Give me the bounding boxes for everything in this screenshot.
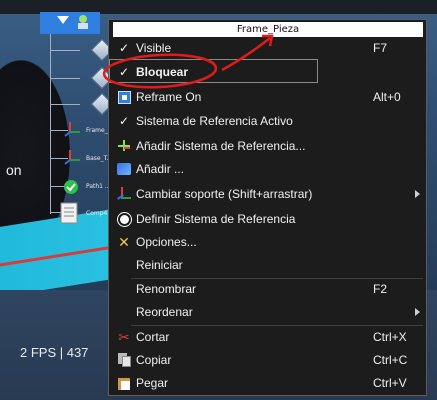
menu-item-label: Cortar <box>136 330 170 344</box>
menu-item-shortcut: Ctrl+X <box>373 330 407 344</box>
menu-item-shortcut: F2 <box>373 282 388 296</box>
menu-item-label: Visible <box>136 41 172 55</box>
menu-item-anadir-sistema-referencia[interactable]: Añadir Sistema de Referencia... <box>109 135 426 157</box>
check-icon: ✓ <box>118 114 130 128</box>
menu-item-shortcut: Ctrl+C <box>373 353 408 367</box>
menu-item-cortar[interactable]: ✂ Cortar Ctrl+X <box>109 326 426 348</box>
scissors-icon: ✂ <box>118 328 130 345</box>
add-object-icon <box>116 161 132 177</box>
menu-item-shortcut: Alt+0 <box>373 90 401 104</box>
copy-icon <box>116 352 132 368</box>
gear-icon <box>116 211 132 227</box>
frame-axes-icon[interactable] <box>64 120 82 138</box>
menu-item-label: Sistema de Referencia Activo <box>136 114 293 128</box>
menu-item-shortcut: F7 <box>373 41 388 55</box>
menu-item-reframe-on[interactable]: Reframe On Alt+0 <box>109 86 426 108</box>
menu-item-label: Opciones... <box>136 235 197 249</box>
menu-item-sistema-referencia-activo[interactable]: ✓ Sistema de Referencia Activo <box>109 110 426 132</box>
menu-item-label: Cambiar soporte (Shift+arrastrar) <box>136 187 313 201</box>
tools-icon: ✕ <box>118 233 130 250</box>
menu-item-reiniciar[interactable]: Reiniciar <box>109 254 426 276</box>
path-check-icon[interactable] <box>62 178 80 196</box>
tree-label[interactable]: Path1 ... <box>86 183 111 190</box>
menu-item-definir-sistema-referencia[interactable]: Definir Sistema de Referencia <box>109 208 426 230</box>
menu-item-label: Renombrar <box>136 282 197 296</box>
fps-counter: 2 FPS | 437 <box>20 345 89 360</box>
context-menu[interactable]: Frame_Pieza ✓ Visible F7 ✓ Bloquear Refr… <box>108 19 427 396</box>
check-icon: ✓ <box>118 65 130 79</box>
menu-item-renombrar[interactable]: Renombrar F2 <box>109 278 426 300</box>
tree-expand-arrow-icon[interactable] <box>57 16 69 24</box>
check-icon: ✓ <box>118 41 130 55</box>
menu-item-label: Reordenar <box>136 305 193 319</box>
menu-item-label: Reframe On <box>136 90 202 104</box>
menu-item-copiar[interactable]: Copiar Ctrl+C <box>109 349 426 371</box>
menu-item-label: Añadir Sistema de Referencia... <box>136 139 306 153</box>
base-axes-icon[interactable] <box>64 148 82 166</box>
menu-item-visible[interactable]: ✓ Visible F7 <box>109 37 426 59</box>
station-tree-root-icon[interactable] <box>74 13 92 31</box>
add-frame-icon <box>116 138 132 154</box>
submenu-arrow-icon <box>415 190 420 198</box>
menu-item-label: Definir Sistema de Referencia <box>136 212 296 226</box>
axes-icon <box>116 186 132 202</box>
reframe-icon <box>116 89 132 105</box>
menu-item-label: Añadir ... <box>136 162 185 176</box>
document-icon[interactable] <box>60 202 78 224</box>
context-menu-title: Frame_Pieza <box>113 22 423 37</box>
menu-item-opciones[interactable]: ✕ Opciones... <box>109 231 426 253</box>
menu-item-label: Bloquear <box>136 65 189 79</box>
tree-connector-line <box>50 34 51 214</box>
tree-connector-line <box>50 104 80 105</box>
menu-item-label: Copiar <box>136 353 172 367</box>
menu-item-anadir[interactable]: Añadir ... <box>109 158 426 180</box>
menu-item-label: Reiniciar <box>136 258 183 272</box>
paste-icon <box>116 375 132 391</box>
menu-item-reordenar[interactable]: Reordenar <box>109 301 426 323</box>
menu-item-cambiar-soporte[interactable]: Cambiar soporte (Shift+arrastrar) <box>109 183 426 205</box>
submenu-arrow-icon <box>415 308 420 316</box>
menu-item-bloquear[interactable]: ✓ Bloquear <box>109 61 426 83</box>
menu-item-shortcut: Ctrl+V <box>373 376 407 390</box>
tree-connector-line <box>50 50 80 51</box>
menu-item-label: Pegar <box>136 376 169 390</box>
tree-connector-line <box>50 78 80 79</box>
menu-item-pegar[interactable]: Pegar Ctrl+V <box>109 372 426 394</box>
viewport-side-text: on <box>6 162 22 178</box>
